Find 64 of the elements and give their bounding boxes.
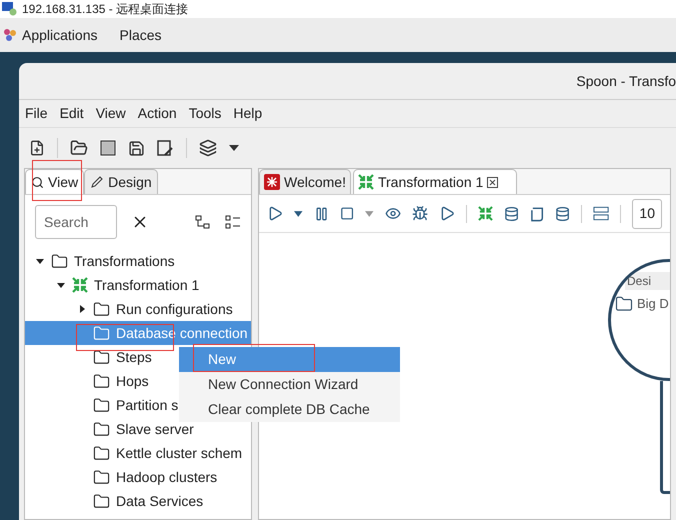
- save-edit-icon[interactable]: [157, 140, 174, 156]
- panel-tab[interactable]: Design: [84, 169, 158, 194]
- caret-icon[interactable]: [294, 210, 303, 216]
- folder-icon: [93, 324, 110, 342]
- desktop-menu-item[interactable]: Places: [120, 24, 162, 46]
- layers-icon[interactable]: [199, 139, 217, 157]
- editor-tab[interactable]: Welcome!: [259, 169, 351, 194]
- tree-item[interactable]: Kettle cluster schem: [25, 441, 251, 465]
- collapse-arrow-icon[interactable]: [57, 281, 65, 289]
- close-icon[interactable]: [487, 176, 498, 188]
- stop-icon[interactable]: [340, 206, 354, 221]
- save-icon[interactable]: [128, 140, 145, 156]
- run-icon[interactable]: [267, 205, 284, 222]
- spoon-logo-icon: [264, 174, 280, 190]
- folder-icon: [93, 444, 110, 462]
- menu-item[interactable]: Help: [233, 103, 262, 124]
- tree-item[interactable]: Data Services: [25, 489, 251, 513]
- new-file-icon[interactable]: [29, 140, 45, 156]
- menu-item[interactable]: Edit: [60, 103, 84, 124]
- tree-item[interactable]: Transformations: [25, 249, 251, 273]
- tree-item[interactable]: Run configurations: [25, 297, 251, 321]
- magnifier-folder-label: Big D: [637, 295, 669, 313]
- annotation-frame: [32, 160, 82, 201]
- desktop-menu-item[interactable]: Applications: [22, 24, 98, 46]
- database-icon[interactable]: [504, 206, 520, 222]
- pencil-icon: [90, 175, 104, 189]
- transformation-icon: [72, 277, 88, 293]
- transformation-icon: [478, 206, 493, 221]
- search-field[interactable]: Search: [35, 205, 117, 239]
- caret-icon[interactable]: [229, 145, 239, 151]
- folder-icon: [93, 468, 110, 486]
- folder-icon: [51, 252, 68, 270]
- pause-icon[interactable]: [314, 206, 329, 222]
- folder-icon: [93, 300, 110, 318]
- folder-icon: [93, 348, 110, 366]
- folder-icon: [93, 396, 110, 414]
- menu-item[interactable]: Tools: [188, 103, 222, 124]
- transformation-icon: [358, 174, 374, 190]
- menu-item[interactable]: View: [96, 103, 126, 124]
- context-menu-item[interactable]: New Connection Wizard: [179, 372, 400, 397]
- debug-icon[interactable]: [412, 205, 428, 222]
- collapse-tree-icon[interactable]: [195, 215, 211, 229]
- menu-item[interactable]: Action: [138, 103, 177, 124]
- list-icon[interactable]: [225, 215, 241, 229]
- menu-item[interactable]: File: [25, 103, 48, 124]
- open-folder-icon[interactable]: [70, 139, 88, 157]
- folder-icon: [93, 492, 110, 510]
- preview-icon[interactable]: [384, 205, 401, 222]
- folder-icon: [615, 294, 633, 313]
- expand-arrow-icon[interactable]: [78, 305, 86, 313]
- folder-icon: [93, 420, 110, 438]
- editor-tab[interactable]: Transformation 1: [352, 169, 518, 194]
- apps-icon: [2, 27, 18, 43]
- panel-layout-icon[interactable]: [593, 206, 610, 221]
- tree-item[interactable]: Hadoop clusters: [25, 465, 251, 489]
- search-icon: [31, 176, 44, 188]
- collapse-arrow-icon[interactable]: [36, 257, 44, 265]
- folder-icon: [93, 372, 110, 390]
- panel-tab[interactable]: View: [25, 169, 84, 194]
- window-title: Spoon - Transfo: [576, 72, 676, 91]
- zoom-field[interactable]: 10: [632, 198, 662, 228]
- tree-item[interactable]: Transformation 1: [25, 273, 251, 297]
- remote-window-title: 192.168.31.135 - 远程桌面连接: [22, 1, 188, 18]
- remote-desktop-icon: [2, 2, 18, 16]
